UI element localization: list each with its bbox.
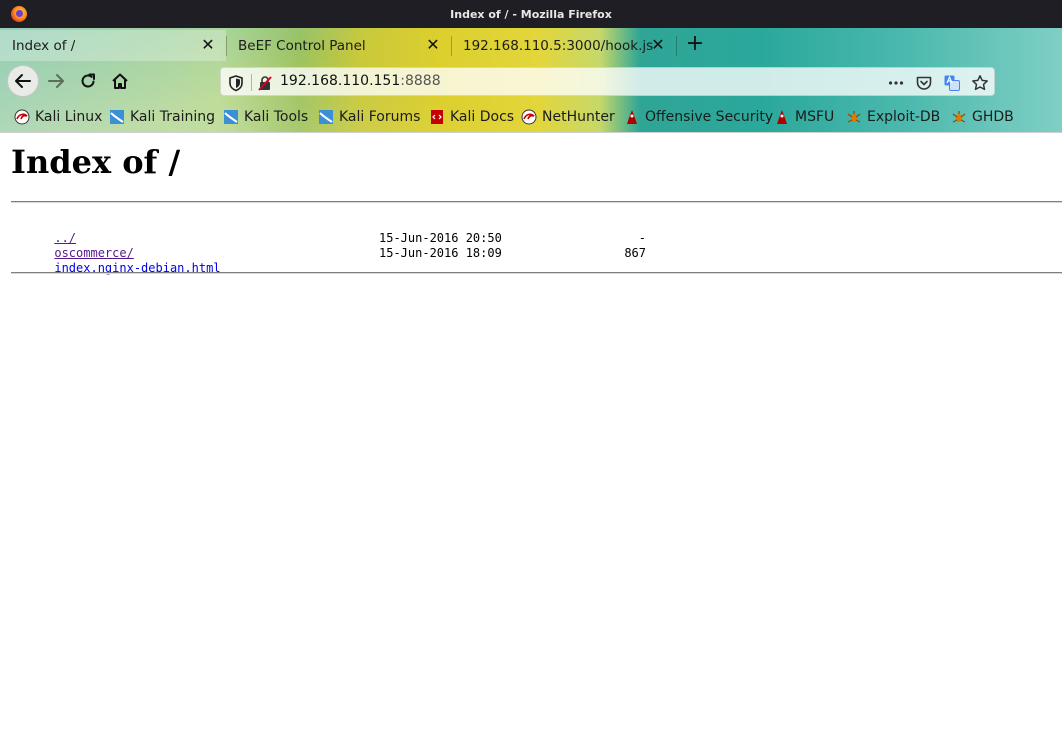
entry-size: 867 <box>624 246 646 260</box>
bookmark-label: Kali Forums <box>339 109 421 125</box>
bookmark-label: Offensive Security <box>645 109 774 125</box>
tab-label: 192.168.110.5:3000/hook.js <box>463 37 654 54</box>
bookmark-label: Kali Training <box>130 109 215 125</box>
msfu-icon <box>777 110 787 124</box>
offsec-icon <box>627 110 637 124</box>
listing-row: oscommerce/ 15-Jun-2016 20:50 - <box>11 231 646 260</box>
reload-icon <box>81 73 95 88</box>
close-tab-icon[interactable]: ✕ <box>648 35 668 55</box>
entry-date: 15-Jun-2016 18:09 <box>379 246 502 260</box>
url-port: :8888 <box>400 73 441 89</box>
page-actions-ellipsis-icon[interactable] <box>887 74 905 92</box>
bookmark-ghdb[interactable]: GHDB <box>951 106 1014 128</box>
close-tab-icon[interactable]: ✕ <box>198 35 218 55</box>
bookmark-kali-training[interactable]: Kali Training <box>109 106 215 128</box>
bookmark-nethunter[interactable]: NetHunter <box>521 106 615 128</box>
bookmark-label: GHDB <box>972 109 1014 125</box>
kali-dragon-icon <box>14 109 30 125</box>
forward-button[interactable] <box>40 65 72 97</box>
navigation-toolbar: 192.168.110.151:8888 <box>0 62 1062 100</box>
firefox-logo-icon <box>11 6 27 22</box>
home-icon <box>112 73 128 89</box>
exploit-db-icon <box>847 111 861 123</box>
new-tab-button[interactable]: + <box>682 32 708 58</box>
directory-listing: ../ oscommerce/ 15-Jun-2016 20:50 - inde… <box>11 216 646 275</box>
bookmark-exploit-db[interactable]: Exploit-DB <box>846 106 940 128</box>
tab-separator <box>676 36 677 56</box>
bookmark-label: Kali Docs <box>450 109 515 125</box>
kali-docs-icon <box>431 110 443 124</box>
entry-size: - <box>638 231 646 245</box>
close-tab-icon[interactable]: ✕ <box>423 35 443 55</box>
page-heading: Index of / <box>11 143 181 181</box>
bookmarks-toolbar: Kali Linux Kali Training Kali Tools Kali… <box>0 102 1062 132</box>
tab-label: BeEF Control Panel <box>238 37 366 54</box>
kali-training-icon <box>110 110 124 124</box>
kali-forums-icon <box>319 110 333 124</box>
bookmark-label: MSFU <box>795 109 835 125</box>
arrow-left-icon <box>15 74 31 88</box>
divider-top <box>11 201 1062 203</box>
bookmark-kali-linux[interactable]: Kali Linux <box>14 106 102 128</box>
url-text[interactable]: 192.168.110.151:8888 <box>280 73 441 89</box>
bookmark-kali-docs[interactable]: Kali Docs <box>429 106 514 128</box>
bookmark-kali-tools[interactable]: Kali Tools <box>223 106 308 128</box>
bookmark-msfu[interactable]: MSFU <box>774 106 834 128</box>
ghdb-icon <box>952 111 966 123</box>
browser-chrome: Index of / ✕ BeEF Control Panel ✕ 192.16… <box>0 28 1062 132</box>
back-button[interactable] <box>7 65 39 97</box>
bookmark-star-icon[interactable] <box>971 74 989 92</box>
window-titlebar: Index of / - Mozilla Firefox <box>0 0 1062 28</box>
window-title: Index of / - Mozilla Firefox <box>450 7 612 21</box>
tab-hook-js[interactable]: 192.168.110.5:3000/hook.js ✕ <box>451 30 676 61</box>
url-bar[interactable]: 192.168.110.151:8888 <box>220 67 995 96</box>
bookmark-kali-forums[interactable]: Kali Forums <box>318 106 420 128</box>
tab-beef-control-panel[interactable]: BeEF Control Panel ✕ <box>226 30 451 61</box>
tab-strip: Index of / ✕ BeEF Control Panel ✕ 192.16… <box>0 28 1062 62</box>
arrow-right-icon <box>48 74 64 88</box>
translate-icon[interactable] <box>943 74 961 92</box>
listing-row: index.nginx-debian.html 15-Jun-2016 18:0… <box>11 246 646 275</box>
divider-bottom <box>11 272 1062 274</box>
insecure-lock-icon[interactable] <box>256 74 274 92</box>
bookmark-label: Kali Tools <box>244 109 309 125</box>
url-host: 192.168.110.151 <box>280 73 401 89</box>
reload-button[interactable] <box>72 65 104 97</box>
bookmark-label: Exploit-DB <box>867 109 941 125</box>
bookmark-offensive-security[interactable]: Offensive Security <box>624 106 773 128</box>
listing-row: ../ <box>11 216 221 245</box>
bookmark-label: Kali Linux <box>35 109 103 125</box>
shield-icon[interactable] <box>227 74 245 92</box>
tab-index-of[interactable]: Index of / ✕ <box>0 30 226 61</box>
pocket-icon[interactable] <box>915 74 933 92</box>
nethunter-icon <box>521 109 537 125</box>
kali-tools-icon <box>224 110 238 124</box>
url-separator <box>251 74 252 91</box>
tab-label: Index of / <box>12 37 76 54</box>
entry-date: 15-Jun-2016 20:50 <box>379 231 502 245</box>
home-button[interactable] <box>104 65 136 97</box>
bookmark-label: NetHunter <box>542 109 615 125</box>
page-content: Index of / ../ oscommerce/ 15-Jun-2016 2… <box>0 132 1062 743</box>
